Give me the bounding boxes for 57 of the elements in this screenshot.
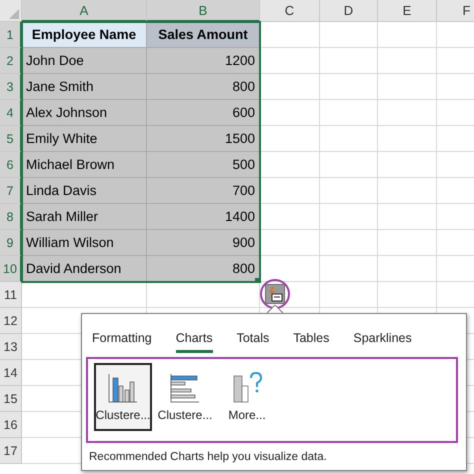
row-header[interactable]: 9	[0, 230, 22, 256]
column-header[interactable]: A	[22, 0, 147, 22]
column-heading-cell: Sales Amount	[147, 22, 260, 48]
table-cell: David Anderson	[22, 256, 147, 282]
description-text: Recommended Charts help you visualize data.	[88, 450, 328, 463]
tab[interactable]: Formatting	[92, 331, 152, 353]
column-heading-cell: Employee Name	[22, 22, 147, 48]
select-all-icon[interactable]	[9, 9, 19, 19]
lightning-icon	[267, 286, 283, 302]
row-header[interactable]: 3	[0, 74, 22, 100]
row-header[interactable]: 11	[0, 282, 22, 308]
row-header[interactable]: 17	[0, 438, 22, 464]
row-header[interactable]: 8	[0, 204, 22, 230]
table-cell: 700	[147, 178, 260, 204]
row-header[interactable]: 12	[0, 308, 22, 334]
column-chart-icon	[107, 372, 139, 404]
table-cell: 600	[147, 100, 260, 126]
row-header[interactable]: 16	[0, 412, 22, 438]
row-header[interactable]: 2	[0, 48, 22, 74]
column-header[interactable]: E	[378, 0, 437, 22]
column-header[interactable]: D	[320, 0, 378, 22]
column-header[interactable]: C	[260, 0, 320, 22]
tab[interactable]: Tables	[293, 331, 330, 353]
fill-handle[interactable]	[255, 278, 259, 282]
row-header[interactable]: 4	[0, 100, 22, 126]
row-header[interactable]: 14	[0, 360, 22, 386]
table-cell: Jane Smith	[22, 74, 147, 100]
table-cell: William Wilson	[22, 230, 147, 256]
table-cell: Alex Johnson	[22, 100, 147, 126]
row-header[interactable]: 6	[0, 152, 22, 178]
table-cell: 800	[147, 256, 260, 282]
row-header[interactable]: 7	[0, 178, 22, 204]
column-header[interactable]: B	[147, 0, 260, 22]
row-header[interactable]: 13	[0, 334, 22, 360]
row-header[interactable]: 10	[0, 256, 22, 282]
table-cell: 1400	[147, 204, 260, 230]
table-cell: 1200	[147, 48, 260, 74]
tab[interactable]: Totals	[236, 331, 270, 353]
quick-analysis-button[interactable]	[265, 284, 285, 304]
row-header[interactable]: 5	[0, 126, 22, 152]
table-cell: 800	[147, 74, 260, 100]
chart-help-icon	[231, 372, 263, 404]
table-cell: 1500	[147, 126, 260, 152]
row-header[interactable]: 1	[0, 22, 22, 48]
chart-option[interactable]: Clustere...	[94, 363, 152, 431]
table-cell: 900	[147, 230, 260, 256]
table-cell: Linda Davis	[22, 178, 147, 204]
tab[interactable]: Sparklines	[353, 331, 412, 353]
bar-chart-icon	[169, 372, 201, 404]
table-cell: Michael Brown	[22, 152, 147, 178]
table-cell: Sarah Miller	[22, 204, 147, 230]
column-header[interactable]: F	[437, 0, 474, 22]
table-cell: John Doe	[22, 48, 147, 74]
tab[interactable]: Charts	[176, 331, 213, 353]
table-cell: 500	[147, 152, 260, 178]
table-cell: Emily White	[22, 126, 147, 152]
row-header[interactable]: 15	[0, 386, 22, 412]
